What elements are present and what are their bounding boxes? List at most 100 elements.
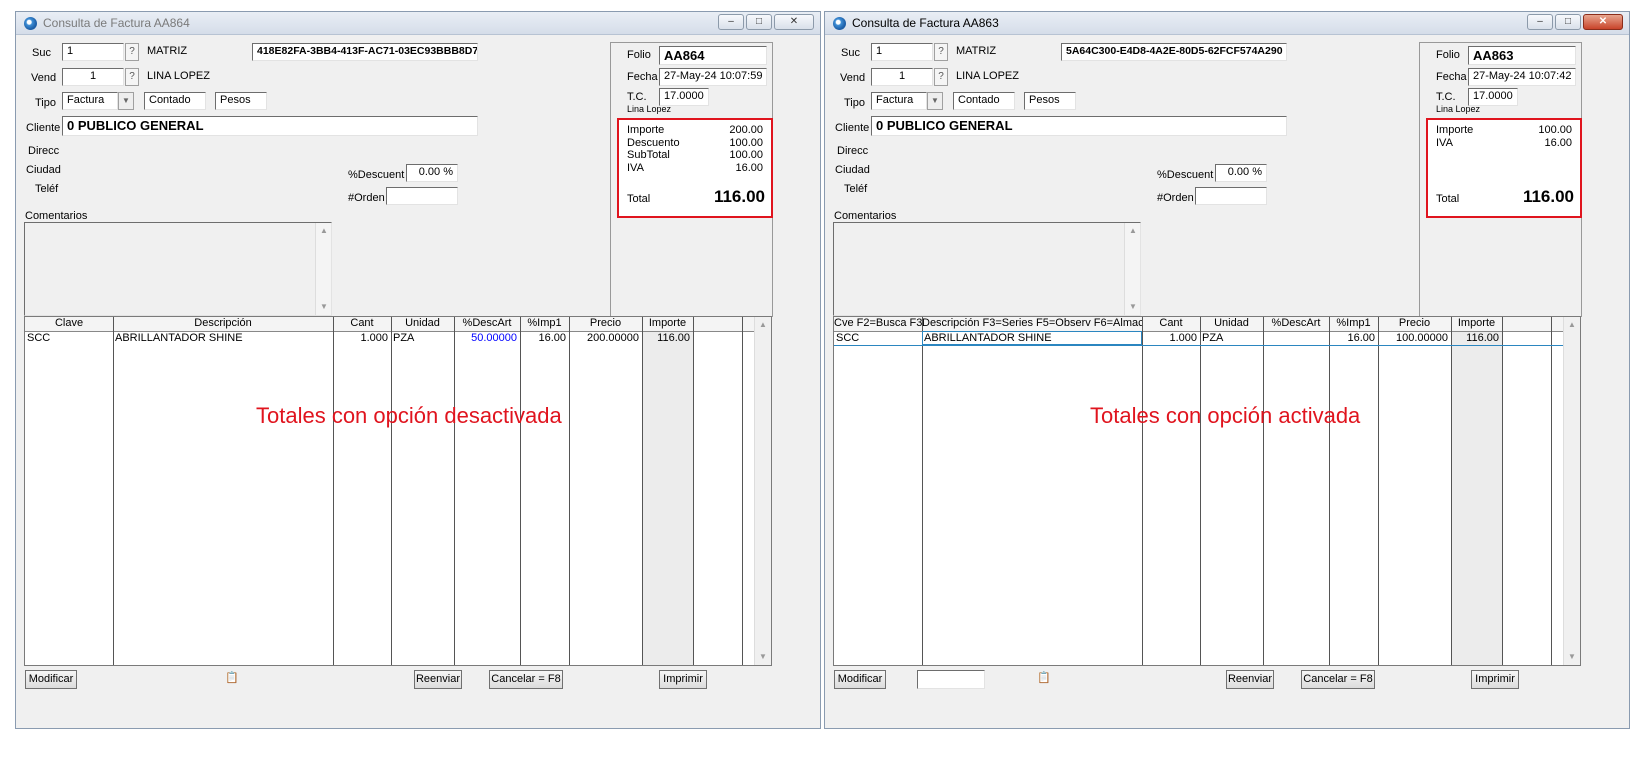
folio-field[interactable]: AA863 <box>1468 46 1576 65</box>
orden-field[interactable] <box>1195 187 1267 205</box>
cliente-field[interactable]: 0 PUBLICO GENERAL <box>62 116 478 136</box>
suc-name: MATRIZ <box>956 45 997 57</box>
grid-cell[interactable]: PZA <box>393 332 451 345</box>
items-grid[interactable]: Cve F2=Busca F3= SCC Descripción F3=Series… <box>833 316 1581 666</box>
minimize-icon[interactable]: – <box>718 14 744 30</box>
suc-field[interactable]: 1 <box>62 43 124 61</box>
maximize-icon[interactable]: □ <box>746 14 772 30</box>
close-icon[interactable]: ✕ <box>1583 14 1623 30</box>
close-icon[interactable]: ✕ <box>774 14 814 30</box>
scroll-down-icon[interactable]: ▼ <box>316 299 331 315</box>
comentarios-scrollbar[interactable]: ▲ ▼ <box>315 223 331 315</box>
items-grid[interactable]: Clave SCC Descripción ABRILLANTADOR SHINE Ca… <box>24 316 772 666</box>
scroll-up-icon[interactable]: ▲ <box>755 317 771 333</box>
comentarios-scrollbar[interactable]: ▲ ▼ <box>1124 223 1140 315</box>
total-value: 116.00 <box>713 187 765 206</box>
comentarios-textarea[interactable]: ▲ ▼ <box>24 222 332 316</box>
reenviar-button[interactable]: Reenviar <box>1226 670 1274 689</box>
grid-scrollbar[interactable]: ▲ ▼ <box>1563 317 1580 665</box>
title-bar[interactable]: Consulta de Factura AA863 – □ ✕ <box>825 12 1629 35</box>
suc-field[interactable]: 1 <box>871 43 933 61</box>
grid-header-cell[interactable]: Importe <box>1451 317 1502 331</box>
grid-header-cell[interactable]: Descripción F3=Series F5=Observ F6=Almac… <box>922 317 1142 331</box>
scroll-up-icon[interactable]: ▲ <box>1564 317 1580 333</box>
cliente-field[interactable]: 0 PUBLICO GENERAL <box>871 116 1287 136</box>
clipboard-icon[interactable]: 📋 <box>221 670 243 689</box>
grid-cell[interactable]: 1.000 <box>335 332 388 345</box>
grid-header-cell[interactable]: Cant <box>333 317 391 331</box>
cancelar-button[interactable]: Cancelar = F8 <box>1301 670 1375 689</box>
tipo-select[interactable]: Factura <box>871 92 927 110</box>
window-title: Consulta de Factura AA863 <box>852 16 999 30</box>
total-label: Total <box>1436 193 1460 205</box>
totals-row: Importe 200.00 <box>627 124 763 136</box>
grid-header-cell[interactable]: Precio <box>1378 317 1451 331</box>
grid-header-cell[interactable]: Unidad <box>1200 317 1263 331</box>
contado-field[interactable]: Contado <box>953 92 1015 110</box>
scroll-down-icon[interactable]: ▼ <box>1564 649 1580 665</box>
cancelar-button[interactable]: Cancelar = F8 <box>489 670 563 689</box>
moneda-field[interactable]: Pesos <box>1024 92 1076 110</box>
tipo-select[interactable]: Factura <box>62 92 118 110</box>
totals-row-value: 100.00 <box>1538 124 1572 136</box>
grid-cell[interactable]: 116.00 <box>644 332 690 345</box>
guid-field[interactable]: 5A64C300-E4D8-4A2E-80D5-62FCF574A290 <box>1061 43 1287 61</box>
blank-field[interactable] <box>917 670 985 689</box>
fecha-field[interactable]: 27-May-24 10:07:42 <box>1468 68 1576 86</box>
imprimir-button[interactable]: Imprimir <box>659 670 707 689</box>
descuento-field[interactable]: 0.00 % <box>1215 164 1267 182</box>
grid-header-cell[interactable]: Importe <box>642 317 693 331</box>
fecha-field[interactable]: 27-May-24 10:07:59 <box>659 68 767 86</box>
scroll-down-icon[interactable]: ▼ <box>1125 299 1140 315</box>
modificar-button[interactable]: Modificar <box>834 670 886 689</box>
grid-header-cell[interactable]: Descripción <box>113 317 333 331</box>
vend-help-button[interactable]: ? <box>125 68 139 86</box>
grid-cell[interactable]: 16.00 <box>522 332 566 345</box>
grid-cell[interactable]: ABRILLANTADOR SHINE <box>115 332 330 345</box>
grid-header-cell[interactable]: Unidad <box>391 317 454 331</box>
chevron-down-icon[interactable]: ▼ <box>118 92 134 110</box>
comentarios-textarea[interactable]: ▲ ▼ <box>833 222 1141 316</box>
scroll-down-icon[interactable]: ▼ <box>755 649 771 665</box>
scroll-up-icon[interactable]: ▲ <box>1125 223 1140 239</box>
folio-field[interactable]: AA864 <box>659 46 767 65</box>
vend-field[interactable]: 1 <box>871 68 933 86</box>
grid-header-cell[interactable]: %Imp1 <box>520 317 569 331</box>
grid-cell[interactable]: 200.00000 <box>571 332 639 345</box>
descuento-field[interactable]: 0.00 % <box>406 164 458 182</box>
suc-help-button[interactable]: ? <box>125 43 139 61</box>
grid-column <box>1142 317 1201 665</box>
invoice-window-right: Consulta de Factura AA863 – □ ✕ Suc 1 ? … <box>824 11 1630 729</box>
vend-help-button[interactable]: ? <box>934 68 948 86</box>
suc-help-button[interactable]: ? <box>934 43 948 61</box>
totals-row-value: 100.00 <box>729 149 763 161</box>
guid-field[interactable]: 418E82FA-3BB4-413F-AC71-03EC93BBB8D7 <box>252 43 478 61</box>
scroll-up-icon[interactable]: ▲ <box>316 223 331 239</box>
imprimir-button[interactable]: Imprimir <box>1471 670 1519 689</box>
chevron-down-icon[interactable]: ▼ <box>927 92 943 110</box>
moneda-field[interactable]: Pesos <box>215 92 267 110</box>
grid-cell[interactable]: SCC <box>27 332 110 345</box>
grid-cell[interactable]: 50.00000 <box>456 332 517 345</box>
orden-label: #Orden <box>348 192 385 204</box>
title-bar[interactable]: Consulta de Factura AA864 – □ ✕ <box>16 12 820 35</box>
minimize-icon[interactable]: – <box>1527 14 1553 30</box>
grid-column <box>569 317 643 665</box>
clipboard-icon[interactable]: 📋 <box>1033 670 1055 689</box>
grid-header-cell[interactable]: Cant <box>1142 317 1200 331</box>
grid-header-cell[interactable]: %DescArt <box>1263 317 1329 331</box>
maximize-icon[interactable]: □ <box>1555 14 1581 30</box>
vend-label: Vend <box>840 72 866 84</box>
reenviar-button[interactable]: Reenviar <box>414 670 462 689</box>
contado-field[interactable]: Contado <box>144 92 206 110</box>
modificar-button[interactable]: Modificar <box>25 670 77 689</box>
vend-field[interactable]: 1 <box>62 68 124 86</box>
grid-header-cell[interactable]: Precio <box>569 317 642 331</box>
orden-field[interactable] <box>386 187 458 205</box>
active-cell[interactable] <box>922 331 1142 345</box>
grid-header-cell[interactable]: Clave <box>25 317 113 331</box>
grid-header-cell[interactable]: %DescArt <box>454 317 520 331</box>
grid-header-cell[interactable]: %Imp1 <box>1329 317 1378 331</box>
grid-scrollbar[interactable]: ▲ ▼ <box>754 317 771 665</box>
grid-header-cell[interactable]: Cve F2=Busca F3= <box>834 317 922 331</box>
